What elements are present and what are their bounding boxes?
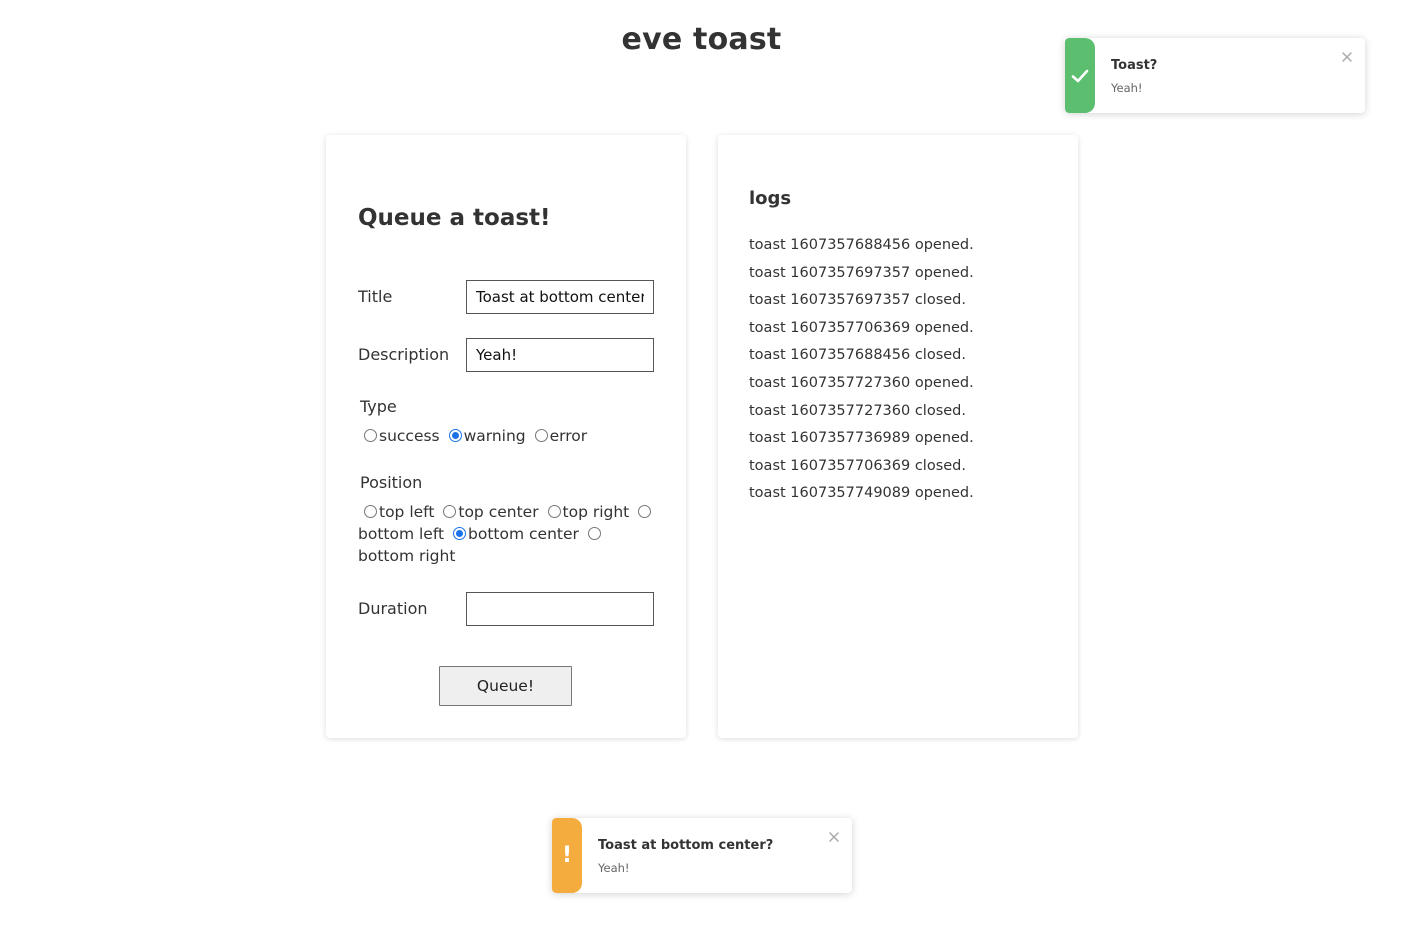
toast-success-description: Yeah! [1111,81,1143,95]
position-radio-top-center[interactable] [443,505,457,518]
log-entry: toast 1607357706369 closed. [749,457,966,474]
duration-label: Duration [358,599,428,618]
title-input[interactable] [466,280,654,314]
exclamation-icon: ! [561,843,573,868]
log-entry: toast 1607357727360 opened. [749,374,974,391]
toast-success[interactable]: Toast? Yeah! [1065,38,1365,113]
toast-warning-title: Toast at bottom center? [598,838,774,853]
check-icon [1071,69,1089,83]
position-option-bottom-left[interactable]: bottom left [358,525,444,543]
type-radio-error[interactable] [534,429,548,442]
queue-button[interactable]: Queue! [439,666,572,706]
logs-heading: logs [749,188,792,209]
log-entry: toast 1607357749089 opened. [749,485,974,502]
toast-success-bar [1065,38,1095,113]
toast-warning-description: Yeah! [598,861,630,875]
close-icon[interactable] [1341,48,1353,62]
description-label: Description [358,345,450,364]
type-radio-warning[interactable] [448,429,462,442]
type-radio-group: success warning error [358,425,658,447]
position-option-top-left[interactable]: top left [358,503,434,521]
position-radio-top-left[interactable] [364,505,377,518]
position-radio-bottom-right[interactable] [587,527,601,540]
type-option-error[interactable]: error [531,427,587,445]
toast-success-title: Toast? [1111,58,1158,73]
position-option-bottom-right[interactable]: bottom right [358,547,455,565]
position-radio-group: top left top center top right bottom lef… [358,501,658,567]
log-entry: toast 1607357688456 opened. [749,237,974,253]
toast-warning-bar: ! [552,818,582,893]
log-entry: toast 1607357697357 closed. [749,292,966,309]
title-label: Title [358,287,393,306]
log-entry: toast 1607357688456 closed. [749,347,966,364]
log-entry: toast 1607357727360 closed. [749,402,966,419]
logs-card: logs toast 1607357688456 opened. toast 1… [718,135,1078,738]
toast-warning[interactable]: ! Toast at bottom center? Yeah! [552,818,852,893]
position-option-bottom-center[interactable]: bottom center [449,525,579,543]
position-radio-top-right[interactable] [547,505,561,518]
type-label: Type [360,397,397,416]
log-entry: toast 1607357736989 opened. [749,430,974,447]
duration-input[interactable] [466,592,654,626]
position-label: Position [360,473,423,492]
position-option-top-center[interactable]: top center [439,503,539,521]
log-entry: toast 1607357706369 opened. [749,319,974,336]
close-icon[interactable] [828,828,840,842]
form-heading: Queue a toast! [358,205,551,231]
type-option-warning[interactable]: warning [445,427,526,445]
description-input[interactable] [466,338,654,372]
log-entry: toast 1607357697357 opened. [749,264,974,281]
log-list: toast 1607357688456 opened. toast 160735… [749,232,974,508]
position-radio-bottom-left[interactable] [638,505,652,518]
queue-toast-card: Queue a toast! Title Description Type su… [326,135,686,738]
type-option-success[interactable]: success [358,427,440,445]
position-radio-bottom-center[interactable] [453,527,467,540]
position-option-top-right[interactable]: top right [544,503,629,521]
type-radio-success[interactable] [364,429,377,442]
